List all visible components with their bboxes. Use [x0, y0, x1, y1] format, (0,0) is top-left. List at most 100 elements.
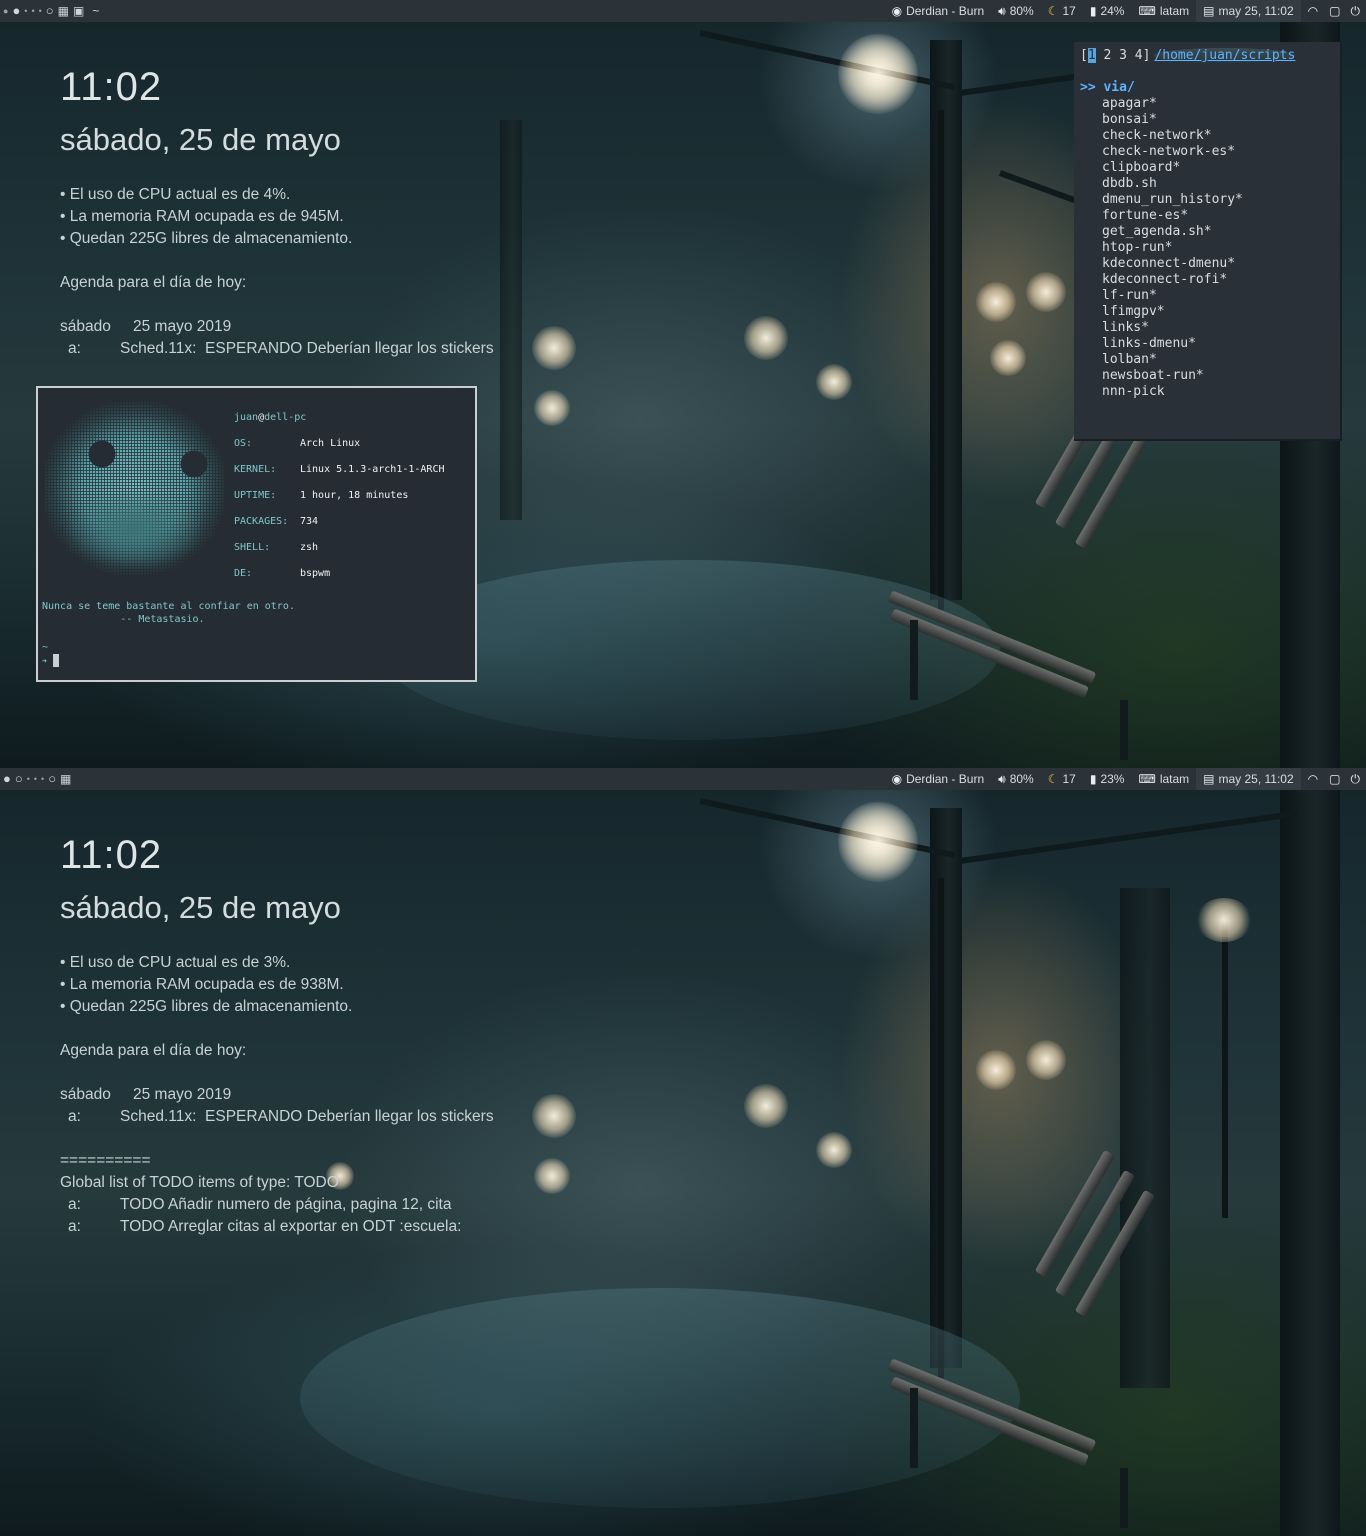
bokeh-light	[990, 340, 1026, 376]
info-row-shell: SHELL: zsh	[234, 534, 445, 560]
tiled-icon[interactable]: ▦	[58, 0, 69, 22]
clipboard-module[interactable]: ▢	[1325, 768, 1344, 790]
monitor-top: ● ● • • • ○ ▦ ▣ ~ ◉ Derdian - Burn 🔊︎ 80…	[0, 0, 1366, 768]
cpu-usage: • El uso de CPU actual es de 3%.	[60, 954, 291, 971]
status-bar: ● ● • • • ○ ▦ ▣ ~ ◉ Derdian - Burn 🔊︎ 80…	[0, 0, 1366, 22]
info-row-packages: PACKAGES: 734	[234, 508, 445, 534]
file-item[interactable]: links*	[1102, 320, 1243, 336]
info-value: Linux 5.1.3-arch1-1-ARCH	[300, 463, 445, 475]
file-item[interactable]: check-network-es*	[1102, 144, 1243, 160]
date-module[interactable]: ▤ may 25, 11:02	[1196, 0, 1301, 22]
monocle-icon[interactable]: ▣	[73, 0, 84, 22]
volume-icon: 🔊︎	[998, 771, 1006, 786]
workspace-empty[interactable]: ○	[15, 768, 23, 790]
conky-widget: 11:02 sábado, 25 de mayo • El uso de CPU…	[60, 64, 494, 360]
status-modules: ◉ Derdian - Burn 🔊︎ 80% ☾ 17 ▮ 24% ⌨ lat…	[885, 0, 1366, 22]
file-item[interactable]: kdeconnect-dmenu*	[1102, 256, 1243, 272]
keyboard-module[interactable]: ⌨ latam	[1131, 768, 1196, 790]
agenda-date-row: sábado 25 mayo 2019	[60, 316, 494, 338]
clipboard-module[interactable]: ▢	[1325, 0, 1344, 22]
text-cursor	[52, 654, 59, 667]
file-item[interactable]: fortune-es*	[1102, 208, 1243, 224]
workspace-dot[interactable]: •	[31, 0, 34, 22]
file-item[interactable]: get_agenda.sh*	[1102, 224, 1243, 240]
power-module[interactable]: ⏻	[1345, 768, 1366, 790]
spotify-icon: ◉	[891, 772, 903, 786]
clipboard-icon: ▢	[1329, 4, 1341, 18]
workspace-dot[interactable]: ●	[3, 0, 8, 22]
file-item[interactable]: newsboat-run*	[1102, 368, 1243, 384]
workspace-dot[interactable]: •	[24, 0, 27, 22]
file-item[interactable]: dbdb.sh	[1102, 176, 1243, 192]
bokeh-light	[976, 1050, 1016, 1090]
file-item[interactable]: lfimgpv*	[1102, 304, 1243, 320]
file-item[interactable]: lolban*	[1102, 352, 1243, 368]
agenda-day: sábado	[60, 1086, 111, 1103]
volume-module[interactable]: 🔊︎ 80%	[991, 0, 1041, 22]
username: juan	[234, 411, 259, 423]
terminal-window[interactable]: juan @ dell-pc OS: Arch Linux KERNEL: Linux …	[36, 386, 477, 682]
file-item[interactable]: kdeconnect-rofi*	[1102, 272, 1243, 288]
file-item[interactable]: lf-run*	[1102, 288, 1243, 304]
todo-item: a: TODO Arreglar citas al exportar en OD…	[60, 1216, 494, 1238]
bokeh-light	[976, 282, 1016, 322]
workspace-empty[interactable]: ○	[48, 768, 56, 790]
workspace-list: ● ○ • • • ○ ▦	[0, 768, 71, 790]
todo-item-text: TODO Arreglar citas al exportar en ODT :…	[120, 1218, 462, 1235]
file-item[interactable]: apagar*	[1102, 96, 1243, 112]
info-row-uptime: UPTIME: 1 hour, 18 minutes	[234, 482, 445, 508]
wifi-module[interactable]: ◠	[1301, 768, 1325, 790]
shell-prompt[interactable]: ~ ➜	[42, 642, 59, 668]
music-module[interactable]: ◉ Derdian - Burn	[885, 768, 992, 790]
disk-free: • Quedan 225G libres de almacenamiento.	[60, 998, 353, 1015]
datetime-label: may 25, 11:02	[1218, 772, 1294, 786]
workspace-active[interactable]: ●	[3, 768, 11, 790]
bokeh-light	[534, 1158, 570, 1194]
workspace-dot[interactable]: •	[39, 0, 42, 22]
file-item[interactable]: htop-run*	[1102, 240, 1243, 256]
date-heading: sábado, 25 de mayo	[60, 890, 341, 925]
agenda-item: a: Sched.11x: ESPERANDO Deberían llegar …	[60, 1106, 494, 1128]
battery-icon: ▮	[1089, 4, 1097, 18]
date-module[interactable]: ▤ may 25, 11:02	[1196, 768, 1301, 790]
window-title: ~	[92, 4, 100, 18]
keyboard-module[interactable]: ⌨ latam	[1131, 0, 1196, 22]
volume-icon: 🔊︎	[998, 3, 1006, 18]
todo-item-text: TODO Añadir numero de página, pagina 12,…	[120, 1196, 452, 1213]
bench-leg	[1120, 700, 1128, 760]
file-item[interactable]: dmenu_run_history*	[1102, 192, 1243, 208]
agenda-date-row: sábado 25 mayo 2019	[60, 1084, 494, 1106]
info-value: bspwm	[300, 567, 331, 579]
power-module[interactable]: ⏻	[1345, 0, 1366, 22]
workspace-dot[interactable]: •	[27, 768, 30, 790]
battery-module: ▮ 24%	[1083, 0, 1132, 22]
disk-free: • Quedan 225G libres de almacenamiento.	[60, 230, 353, 247]
tiled-icon[interactable]: ▦	[60, 768, 71, 790]
file-manager-window[interactable]: [1 2 3 4] /home/juan/scripts >> via/ apag…	[1074, 42, 1342, 441]
todo-item-label: a:	[68, 1196, 81, 1213]
file-item[interactable]: links-dmenu*	[1102, 336, 1243, 352]
file-manager-header: [1 2 3 4] /home/juan/scripts	[1080, 48, 1296, 63]
selected-entry[interactable]: >> via/	[1080, 80, 1135, 95]
music-module[interactable]: ◉ Derdian - Burn	[885, 0, 992, 22]
file-item[interactable]: clipboard*	[1102, 160, 1243, 176]
tab-list[interactable]: 2 3 4]	[1096, 48, 1150, 63]
workspace-dot[interactable]: •	[34, 768, 37, 790]
wifi-module[interactable]: ◠	[1301, 0, 1325, 22]
file-item[interactable]: check-network*	[1102, 128, 1243, 144]
file-item[interactable]: bonsai*	[1102, 112, 1243, 128]
bench-leg	[910, 1388, 918, 1468]
volume-module[interactable]: 🔊︎ 80%	[991, 768, 1041, 790]
tab-current[interactable]: 1	[1087, 48, 1096, 63]
file-item[interactable]: nnn-pick	[1102, 384, 1243, 400]
workspace-active[interactable]: ●	[12, 0, 20, 22]
agenda-title: Agenda para el día de hoy:	[60, 274, 247, 291]
clock: 11:02	[60, 833, 163, 877]
info-key: KERNEL:	[234, 463, 277, 475]
agenda-day: sábado	[60, 318, 111, 335]
hostname: dell-pc	[264, 411, 307, 423]
workspace-dot[interactable]: •	[41, 768, 44, 790]
prompt-arrow-icon: ➜	[42, 656, 47, 666]
workspace-empty[interactable]: ○	[46, 0, 54, 22]
ascii-art-logo	[44, 394, 224, 582]
